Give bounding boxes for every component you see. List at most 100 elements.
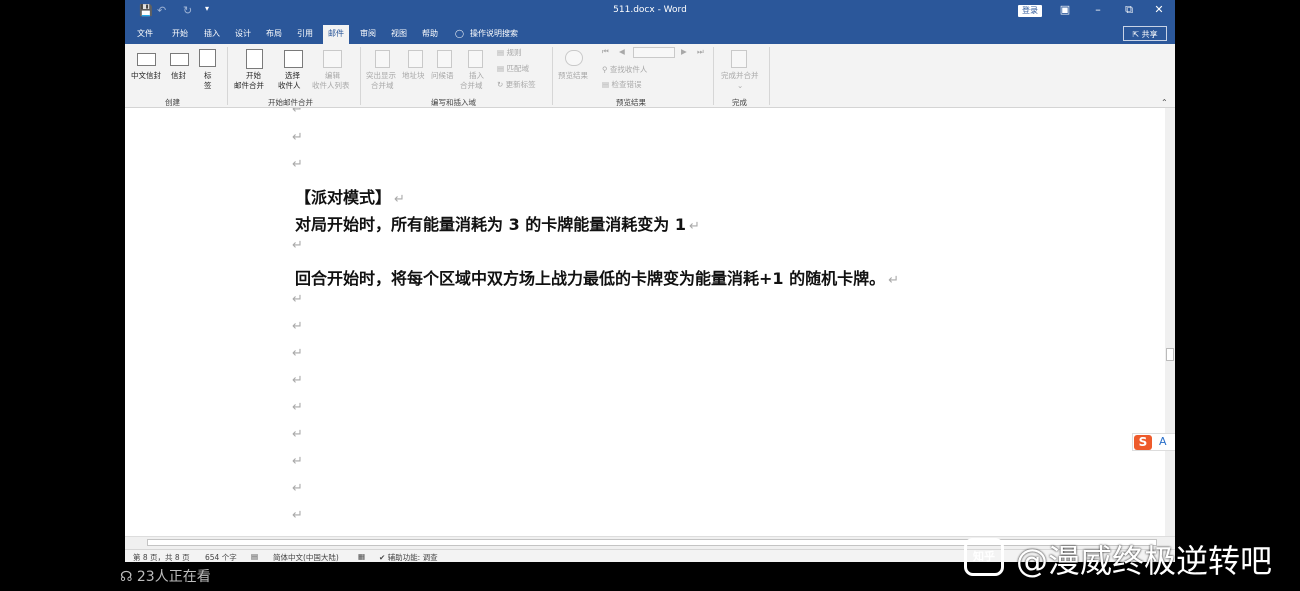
paragraph-mark: ↵: [292, 427, 303, 442]
ribbon-tabs: 文件 开始 插入 设计 布局 引用 邮件 审阅 视图 帮助 ◯ 操作说明搜索 ⇱ …: [125, 24, 1175, 44]
ime-mode-toggle[interactable]: A: [1159, 435, 1167, 448]
ime-toolbar[interactable]: S A °, ⌨: [1132, 433, 1175, 451]
horizontal-scroll-thumb[interactable]: [147, 539, 1157, 546]
vertical-scroll-thumb[interactable]: [1166, 348, 1174, 361]
group-label-create: 创建: [165, 98, 180, 107]
envelopes-button[interactable]: 信封: [171, 71, 186, 81]
paragraph-mark: ↵: [688, 219, 700, 234]
group-separator: [713, 47, 714, 105]
group-separator: [769, 47, 770, 105]
vertical-scrollbar[interactable]: [1165, 108, 1175, 536]
paragraph-mark: ↵: [292, 157, 303, 172]
proofing-icon[interactable]: ▤: [251, 552, 258, 561]
document-canvas[interactable]: ↵ ↵ ↵ 【派对模式】 ↵ 对局开始时，所有能量消耗为 3 的卡牌能量消耗变为 …: [125, 108, 1165, 536]
address-block-button[interactable]: 地址块: [402, 71, 425, 81]
group-separator: [360, 47, 361, 105]
group-label-start-mail-merge: 开始邮件合并: [268, 98, 313, 107]
tab-mailings[interactable]: 邮件: [323, 25, 349, 44]
finish-merge-dropdown-icon[interactable]: ⌄: [737, 81, 743, 91]
accessibility-icon: ✔: [379, 553, 388, 562]
previous-record-icon[interactable]: ◀: [619, 47, 625, 57]
zhihu-logo-icon: 知乎: [964, 538, 1004, 576]
greeting-line-button[interactable]: 问候语: [431, 71, 454, 81]
group-separator: [552, 47, 553, 105]
tab-design[interactable]: 设计: [235, 28, 251, 39]
text-line[interactable]: 回合开始时，将每个区域中双方场上战力最低的卡牌变为能量消耗+1 的随机卡牌。 ↵: [295, 265, 899, 289]
edit-recipient-list-line2[interactable]: 收件人列表: [312, 81, 350, 91]
text-line[interactable]: 对局开始时，所有能量消耗为 3 的卡牌能量消耗变为 1 ↵: [295, 211, 700, 235]
tab-layout[interactable]: 布局: [266, 28, 282, 39]
tab-file[interactable]: 文件: [137, 28, 153, 39]
insert-merge-field-line1[interactable]: 插入: [469, 71, 484, 81]
group-label-preview-results: 预览结果: [616, 98, 646, 107]
share-icon: ⇱: [1132, 30, 1142, 39]
ribbon-mailings: 中文信封 信封 标 签 创建 开始 邮件合并 选择 收件人 编辑 收件人列表 开…: [125, 44, 1175, 108]
address-block-icon: [408, 50, 423, 68]
macro-icon[interactable]: ▦: [358, 552, 365, 561]
last-record-icon[interactable]: ⏭: [697, 47, 704, 57]
paragraph-mark: ↵: [292, 292, 303, 307]
sogou-logo-icon[interactable]: S: [1134, 435, 1152, 450]
select-recipients-line1[interactable]: 选择: [285, 71, 300, 81]
group-label-finish: 完成: [732, 98, 747, 107]
find-recipient-icon: ⚲: [602, 65, 610, 74]
language-indicator[interactable]: 简体中文(中国大陆): [273, 552, 339, 562]
highlight-merge-fields-line1[interactable]: 突出显示: [366, 71, 396, 81]
text-line[interactable]: 【派对模式】 ↵: [295, 184, 405, 208]
highlight-merge-fields-line2[interactable]: 合并域: [371, 81, 394, 91]
chinese-envelope-button[interactable]: 中文信封: [131, 71, 161, 81]
tab-references[interactable]: 引用: [297, 28, 313, 39]
start-mail-merge-line1[interactable]: 开始: [246, 71, 261, 81]
paragraph-mark: ↵: [292, 400, 303, 415]
ribbon-display-options-icon[interactable]: ▣: [1057, 3, 1073, 16]
update-labels-button[interactable]: ↻ 更新标签: [497, 80, 536, 90]
viewer-count: ☊ 23人正在看: [120, 569, 211, 585]
finish-merge-icon: [731, 50, 747, 68]
finish-and-merge-button[interactable]: 完成并合并: [721, 71, 759, 81]
accessibility-status[interactable]: ✔ 辅助功能: 调查: [379, 552, 438, 562]
preview-results-icon: [565, 50, 583, 66]
edit-recipient-list-line1[interactable]: 编辑: [325, 71, 340, 81]
insert-merge-field-line2[interactable]: 合并域: [460, 81, 483, 91]
tell-me-search[interactable]: ◯ 操作说明搜索: [455, 28, 518, 39]
next-record-icon[interactable]: ▶: [681, 47, 687, 57]
preview-results-button[interactable]: 预览结果: [558, 71, 588, 81]
check-errors-button[interactable]: ▤ 检查错误: [602, 80, 641, 90]
share-button[interactable]: ⇱ 共享: [1123, 26, 1167, 41]
match-fields-button[interactable]: ▤ 匹配域: [497, 64, 529, 74]
find-recipient-button[interactable]: ⚲ 查找收件人: [602, 65, 647, 75]
first-record-icon[interactable]: ⏮: [602, 47, 609, 57]
group-label-write-insert-fields: 编写和插入域: [431, 98, 476, 107]
share-label: 共享: [1141, 30, 1158, 39]
restore-icon[interactable]: ⧉: [1121, 3, 1137, 17]
minimize-icon[interactable]: –: [1090, 3, 1106, 16]
word-count[interactable]: 654 个字: [205, 552, 237, 562]
watermark-text: @漫威终极逆转吧: [1016, 542, 1273, 580]
record-number-input[interactable]: [633, 47, 675, 58]
labels-button-line2[interactable]: 签: [204, 81, 212, 91]
page-count[interactable]: 第 8 页，共 8 页: [133, 552, 190, 562]
update-labels-icon: ↻: [497, 80, 506, 89]
tab-home[interactable]: 开始: [172, 28, 188, 39]
greeting-line-icon: [437, 50, 452, 68]
paragraph-mark: ↵: [394, 192, 405, 207]
labels-button-line1[interactable]: 标: [204, 71, 212, 81]
collapse-ribbon-icon[interactable]: ⌃: [1161, 98, 1168, 107]
tab-view[interactable]: 视图: [391, 28, 407, 39]
tell-me-label: 操作说明搜索: [469, 29, 518, 38]
paragraph-mark: ↵: [292, 319, 303, 334]
viewers-icon: ☊: [120, 569, 137, 585]
login-button[interactable]: 登录: [1018, 5, 1042, 17]
start-mail-merge-line2[interactable]: 邮件合并: [234, 81, 264, 91]
tab-insert[interactable]: 插入: [204, 28, 220, 39]
paragraph-mark: ↵: [292, 346, 303, 361]
rules-button[interactable]: ▤ 规则: [497, 48, 521, 58]
paragraph-mark: ↵: [292, 108, 303, 117]
chinese-envelope-icon: [137, 53, 156, 66]
close-icon[interactable]: ✕: [1151, 3, 1167, 16]
paragraph-mark: ↵: [292, 238, 303, 253]
tab-review[interactable]: 审阅: [360, 28, 376, 39]
select-recipients-line2[interactable]: 收件人: [278, 81, 301, 91]
paragraph-mark: ↵: [292, 508, 303, 523]
tab-help[interactable]: 帮助: [422, 28, 438, 39]
